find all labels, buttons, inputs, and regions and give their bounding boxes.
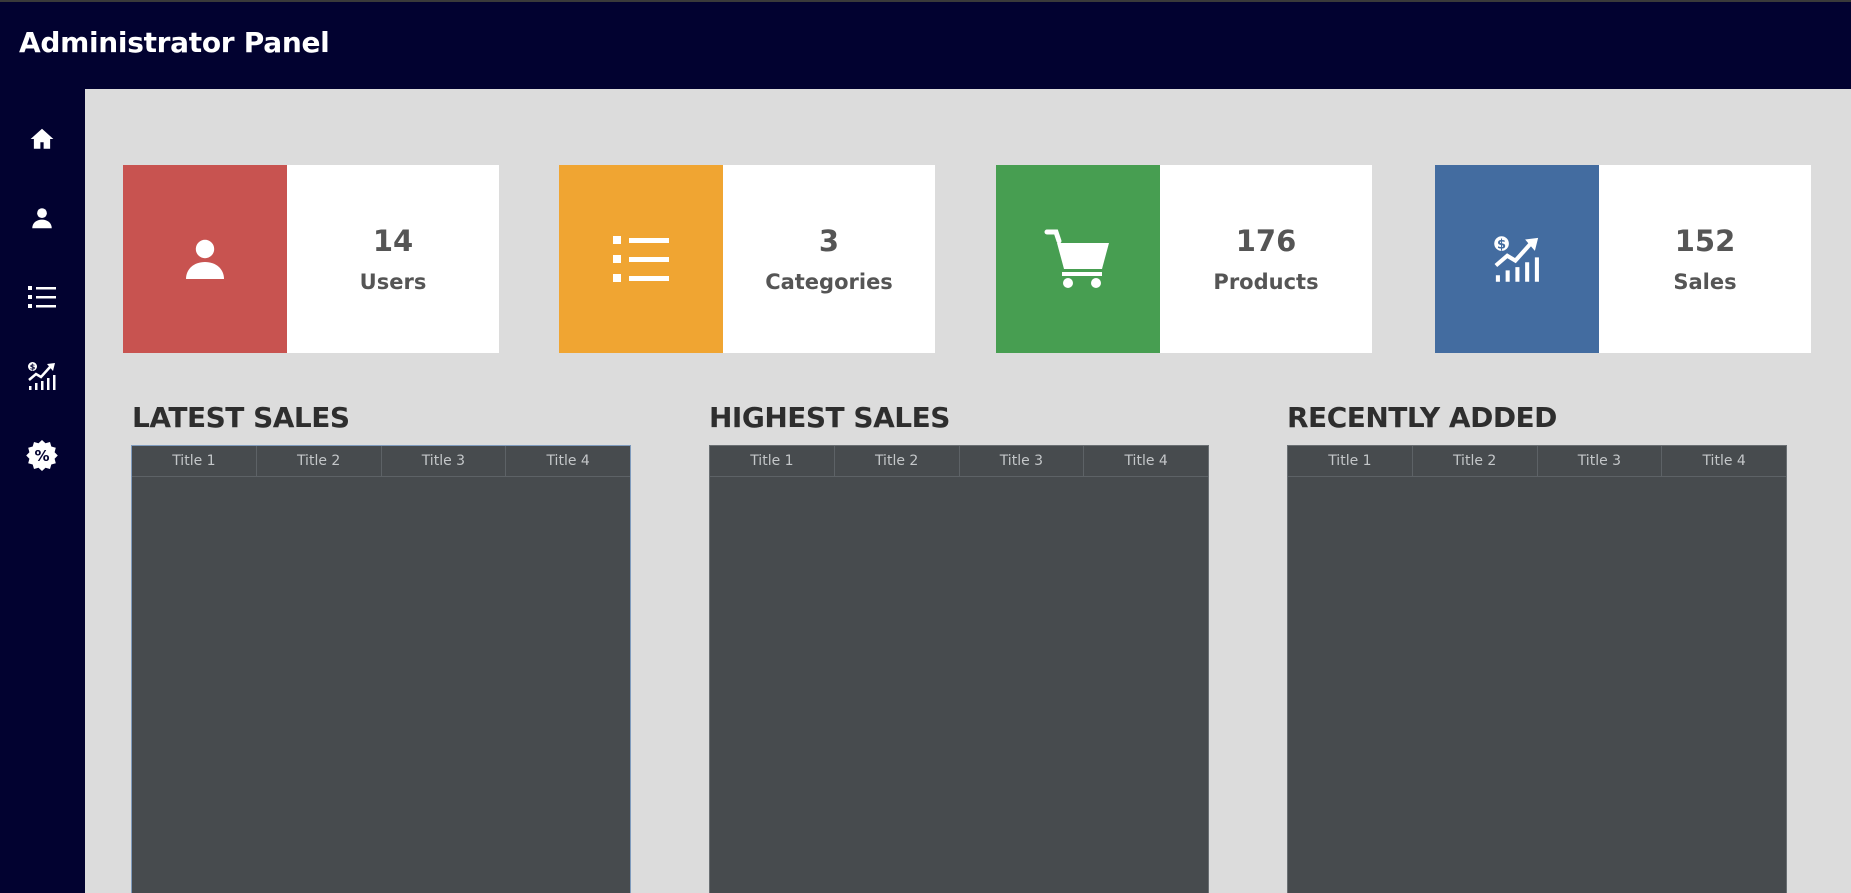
column-header[interactable]: Title 4 xyxy=(506,446,630,476)
stat-card-body: 14 Users xyxy=(287,165,499,353)
stat-value: 14 xyxy=(372,224,414,258)
sales-chart-icon: $ xyxy=(1494,236,1539,282)
discount-badge-icon: % xyxy=(26,440,58,471)
nav-sales[interactable]: $ xyxy=(20,354,64,398)
stat-value: 3 xyxy=(818,224,840,258)
column-header[interactable]: Title 1 xyxy=(132,446,257,476)
stat-value: 152 xyxy=(1674,224,1736,258)
column-header[interactable]: Title 2 xyxy=(835,446,960,476)
list-icon xyxy=(28,286,56,308)
user-icon xyxy=(32,208,52,229)
column-header[interactable]: Title 3 xyxy=(382,446,507,476)
column-header[interactable]: Title 1 xyxy=(1288,446,1413,476)
stat-card-products: 176 Products xyxy=(996,165,1372,353)
section-title-recently-added: RECENTLY ADDED xyxy=(1287,401,1557,434)
nav-users[interactable] xyxy=(20,196,64,240)
stat-label: Categories xyxy=(765,270,893,294)
svg-text:%: % xyxy=(34,447,49,465)
table-header: Title 1 Title 2 Title 3 Title 4 xyxy=(1288,446,1786,477)
nav-home[interactable] xyxy=(20,117,64,161)
nav-discounts[interactable]: % xyxy=(20,433,64,477)
cart-icon xyxy=(1044,229,1109,288)
sidebar: $ % xyxy=(0,89,85,893)
stat-label: Products xyxy=(1213,270,1319,294)
column-header[interactable]: Title 4 xyxy=(1084,446,1208,476)
column-header[interactable]: Title 2 xyxy=(1413,446,1538,476)
column-header[interactable]: Title 2 xyxy=(257,446,382,476)
nav-categories[interactable] xyxy=(20,275,64,319)
header-bar: Administrator Panel xyxy=(0,0,1851,89)
list-icon xyxy=(613,236,669,282)
column-header[interactable]: Title 4 xyxy=(1662,446,1786,476)
stat-card-icon-box xyxy=(559,165,723,353)
svg-text:$: $ xyxy=(1497,237,1506,252)
stat-label: Sales xyxy=(1673,270,1737,294)
recently-added-table[interactable]: Title 1 Title 2 Title 3 Title 4 xyxy=(1287,445,1787,893)
stat-card-body: 176 Products xyxy=(1160,165,1372,353)
stat-card-users: 14 Users xyxy=(123,165,499,353)
table-body[interactable] xyxy=(710,477,1208,893)
table-body[interactable] xyxy=(1288,477,1786,893)
stat-value: 176 xyxy=(1235,224,1297,258)
dashboard-main: 14 Users 3 Categories 176 Products $ 152… xyxy=(85,89,1851,893)
stat-card-body: 152 Sales xyxy=(1599,165,1811,353)
column-header[interactable]: Title 3 xyxy=(960,446,1085,476)
highest-sales-table[interactable]: Title 1 Title 2 Title 3 Title 4 xyxy=(709,445,1209,893)
section-title-highest-sales: HIGHEST SALES xyxy=(709,401,950,434)
app-title: Administrator Panel xyxy=(19,26,330,59)
stat-card-icon-box: $ xyxy=(1435,165,1599,353)
home-icon xyxy=(30,128,54,149)
stat-card-icon-box xyxy=(996,165,1160,353)
column-header[interactable]: Title 3 xyxy=(1538,446,1663,476)
table-header: Title 1 Title 2 Title 3 Title 4 xyxy=(710,446,1208,477)
svg-text:$: $ xyxy=(30,363,36,372)
latest-sales-table[interactable]: Title 1 Title 2 Title 3 Title 4 xyxy=(131,445,631,893)
table-header: Title 1 Title 2 Title 3 Title 4 xyxy=(132,446,630,477)
section-title-latest-sales: LATEST SALES xyxy=(132,401,350,434)
stat-card-body: 3 Categories xyxy=(723,165,935,353)
user-icon xyxy=(186,239,224,279)
stat-card-icon-box xyxy=(123,165,287,353)
stat-label: Users xyxy=(359,270,427,294)
stat-card-categories: 3 Categories xyxy=(559,165,935,353)
column-header[interactable]: Title 1 xyxy=(710,446,835,476)
sales-chart-icon: $ xyxy=(28,362,56,390)
table-body[interactable] xyxy=(132,477,630,893)
stat-card-sales: $ 152 Sales xyxy=(1435,165,1811,353)
